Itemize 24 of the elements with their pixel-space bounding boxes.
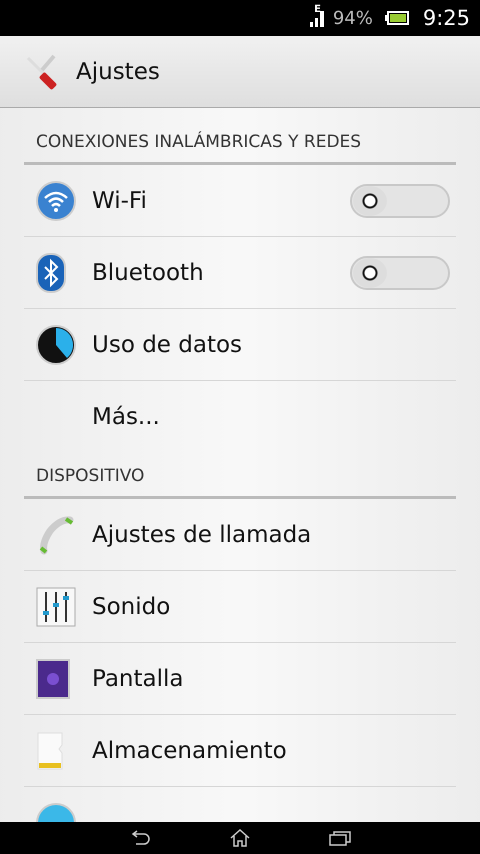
battery-icon <box>384 11 409 25</box>
setting-item[interactable]: Wi-Fi <box>92 188 350 214</box>
section-header: CONEXIONES INALÁMBRICAS Y REDES <box>24 108 456 165</box>
data-usage-icon <box>36 324 76 364</box>
toggle-switch[interactable] <box>350 256 450 290</box>
home-icon[interactable] <box>228 828 252 848</box>
setting-item[interactable]: Sonido <box>92 594 456 620</box>
equalizer-icon <box>36 586 76 626</box>
battery-percent: 94% <box>332 8 373 28</box>
wifi-icon <box>36 180 76 220</box>
recent-apps-icon[interactable] <box>328 830 352 846</box>
network-type: E <box>314 4 321 15</box>
clock: 9:25 <box>422 6 470 30</box>
section-header: DISPOSITIVO <box>24 453 456 499</box>
setting-item[interactable]: Uso de datos <box>92 332 456 358</box>
setting-item[interactable]: Pantalla <box>92 666 456 692</box>
display-icon <box>36 658 70 698</box>
bluetooth-icon <box>36 252 66 292</box>
setting-item[interactable]: Ajustes de llamada <box>92 522 456 548</box>
setting-item[interactable]: Almacenamiento <box>92 738 456 764</box>
toggle-switch[interactable] <box>350 184 450 218</box>
setting-item[interactable]: Más... <box>92 404 456 430</box>
screen-title: Ajustes <box>76 58 160 84</box>
setting-item[interactable]: Bluetooth <box>92 260 350 286</box>
